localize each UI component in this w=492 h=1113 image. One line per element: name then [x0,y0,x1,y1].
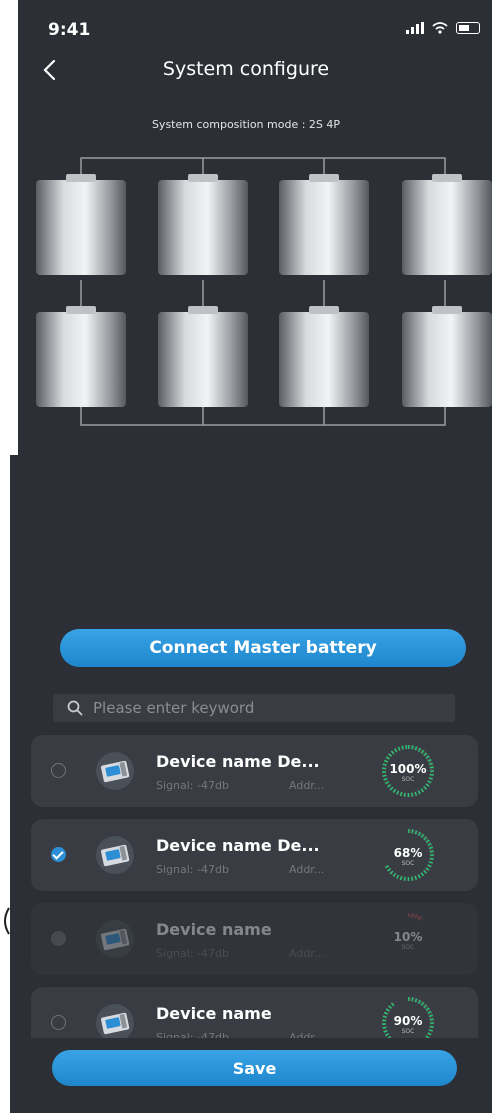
device-card[interactable]: Device name De... Signal: -47db Addr... 100… [31,735,478,807]
soc-value: 100% [389,762,427,776]
device-select-radio[interactable] [51,1015,66,1030]
battery-device-icon [96,1004,134,1042]
battery-cell [402,312,492,407]
device-address: Addr... [289,947,325,960]
connect-master-battery-button[interactable]: Connect Master battery [60,629,466,667]
device-address: Addr... [289,779,325,792]
device-card: Device name Signal: -47db Addr... 10% SOC [31,903,478,975]
battery-cell [158,312,248,407]
battery-cell [279,180,369,275]
battery-cell [158,180,248,275]
battery-cell [279,312,369,407]
device-signal: Signal: -47db [156,947,229,960]
screen: 9:41 System configure System composition… [0,0,492,1113]
device-name: Device name [156,920,272,939]
edge-mark [4,907,10,935]
soc-label: SOC [401,860,415,867]
search-icon [67,700,83,716]
battery-cell-row-1 [36,174,492,275]
soc-value: 90% [393,1014,423,1028]
search-input[interactable] [91,698,435,718]
wifi-icon [432,22,448,34]
device-card[interactable]: Device name De... Signal: -47db Addr... 68%… [31,819,478,891]
page-title: System configure [162,58,330,80]
status-time: 9:41 [48,20,91,40]
soc-label: SOC [401,1028,415,1035]
cellular-signal-icon [406,22,424,34]
battery-cell-row-2 [36,306,492,407]
soc-value: 68% [393,846,423,860]
soc-label: SOC [401,776,415,783]
device-name: Device name De... [156,836,320,855]
battery-device-icon [96,836,134,874]
battery-device-icon [96,920,134,958]
device-name: Device name De... [156,752,320,771]
system-mode-label: System composition mode : 2S 4P [151,118,341,131]
soc-value: 10% [393,930,423,944]
status-bar: 9:41 [18,0,492,50]
device-name: Device name [156,1004,272,1023]
device-select-radio[interactable] [51,847,66,862]
battery-cell [36,180,126,275]
device-signal: Signal: -47db [156,863,229,876]
soc-label: SOC [401,944,415,951]
search-box[interactable] [53,694,455,722]
battery-cell [402,180,492,275]
device-address: Addr... [289,863,325,876]
wiring [80,157,446,426]
battery-status-icon [456,22,480,34]
battery-device-icon [96,752,134,790]
device-select-radio[interactable] [51,763,66,778]
save-button[interactable]: Save [52,1050,457,1086]
device-signal: Signal: -47db [156,779,229,792]
battery-cell [36,312,126,407]
status-icons [406,22,480,34]
device-select-radio [51,931,66,946]
battery-diagram [36,157,492,426]
